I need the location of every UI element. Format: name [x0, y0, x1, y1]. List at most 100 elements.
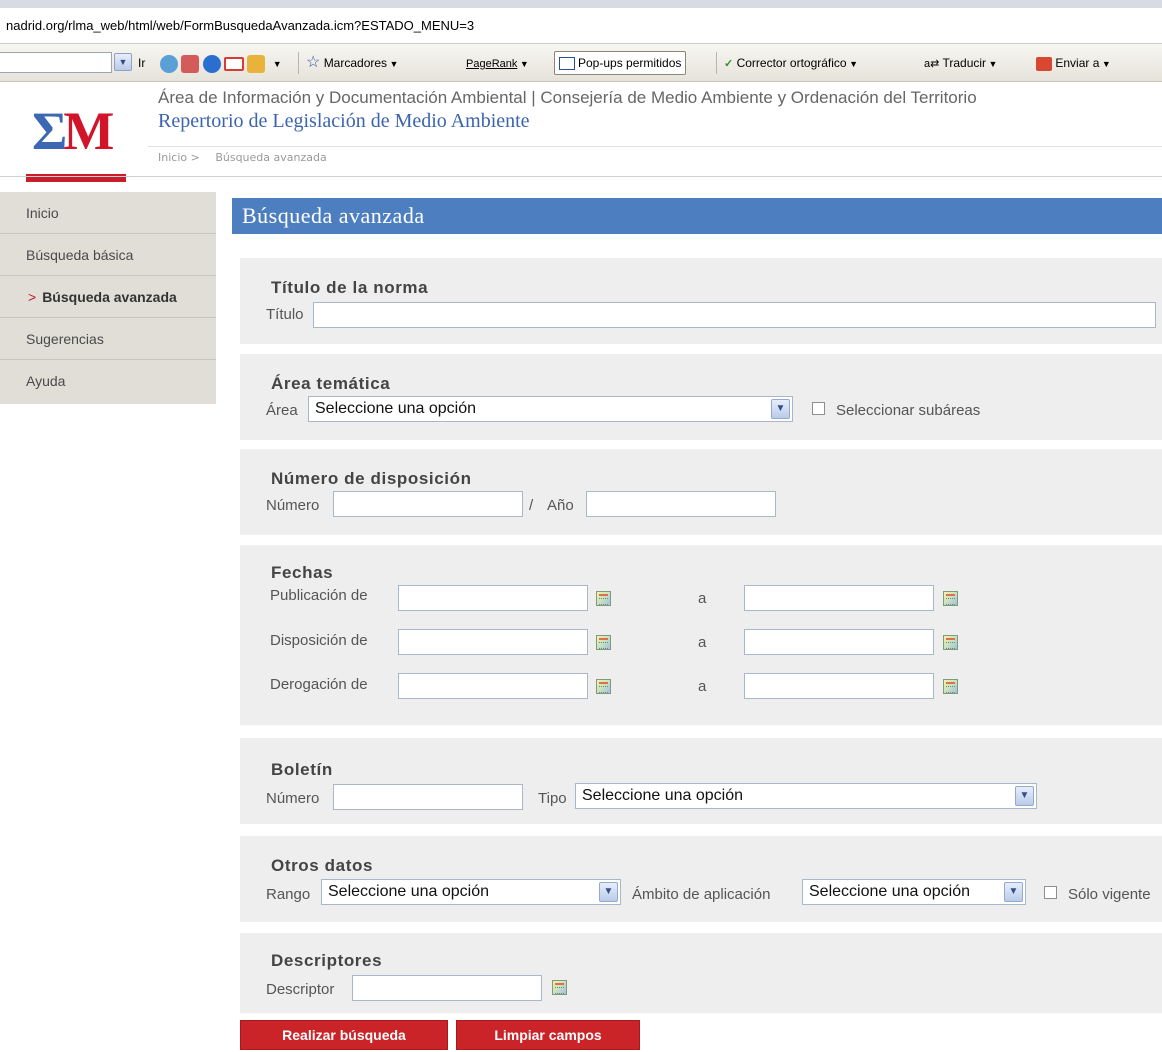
- chevron-down-icon[interactable]: ▼: [114, 53, 132, 71]
- calendar-icon[interactable]: [596, 591, 611, 606]
- bookmarks-label: Marcadores: [323, 56, 388, 70]
- chevron-down-icon[interactable]: ▼: [1004, 882, 1023, 902]
- tipo-select-value: Seleccione una opción: [582, 787, 744, 804]
- clear-button[interactable]: Limpiar campos: [456, 1020, 640, 1050]
- derogacion-hasta-input[interactable]: [744, 673, 934, 699]
- section-numero: Número de disposición Número / Año: [240, 449, 1162, 535]
- comunidad-madrid-logo[interactable]: ΣM: [26, 100, 126, 182]
- section-descriptores: Descriptores Descriptor: [240, 933, 1162, 1013]
- popups-button[interactable]: Pop-ups permitidos: [554, 51, 687, 75]
- publicacion-hasta-input[interactable]: [744, 585, 934, 611]
- translate-menu[interactable]: a⇄ Traducir ▼: [924, 53, 997, 73]
- section-fechas: Fechas Publicación de a Disposición de a…: [240, 545, 1162, 725]
- publicacion-desde-input[interactable]: [398, 585, 588, 611]
- calendar-icon[interactable]: [943, 635, 958, 650]
- send-label: Enviar a: [1055, 56, 1100, 70]
- anio-input[interactable]: [586, 491, 776, 517]
- calendar-icon[interactable]: [552, 980, 567, 995]
- rango-select[interactable]: Seleccione una opción ▼: [321, 879, 621, 905]
- anio-label: Año: [547, 497, 574, 514]
- calendar-icon[interactable]: [943, 679, 958, 694]
- translate-icon: a⇄: [924, 58, 940, 70]
- sidebar-item-label: Búsqueda básica: [26, 247, 134, 263]
- bookmarks-menu[interactable]: ☆ Marcadores ▼: [306, 53, 398, 73]
- calendar-icon[interactable]: [596, 635, 611, 650]
- section-heading: Título de la norma: [271, 278, 429, 297]
- url-text[interactable]: nadrid.org/rlma_web/html/web/FormBusqued…: [6, 18, 474, 33]
- rango-select-value: Seleccione una opción: [328, 883, 490, 900]
- ambito-label: Ámbito de aplicación: [632, 886, 771, 903]
- section-boletin: Boletín Número Tipo Seleccione una opció…: [240, 738, 1162, 824]
- translate-label: Traducir: [942, 56, 987, 70]
- boletin-numero-label: Número: [266, 790, 320, 807]
- search-button[interactable]: Realizar búsqueda: [240, 1020, 448, 1050]
- toolbar-search-input[interactable]: [0, 52, 112, 73]
- ambito-select-value: Seleccione una opción: [809, 883, 971, 900]
- chevron-down-icon[interactable]: ▼: [273, 59, 282, 69]
- descriptor-input[interactable]: [352, 975, 542, 1001]
- publicacion-a-label: a: [698, 590, 707, 607]
- section-heading: Fechas: [271, 563, 334, 582]
- go-button[interactable]: Ir: [138, 53, 145, 73]
- numero-slash: /: [529, 497, 534, 514]
- titulo-input[interactable]: [313, 302, 1156, 328]
- rango-label: Rango: [266, 886, 311, 903]
- pagerank-label: PageRank: [466, 58, 518, 70]
- section-otros: Otros datos Rango Seleccione una opción …: [240, 836, 1162, 922]
- disposicion-hasta-input[interactable]: [744, 629, 934, 655]
- subareas-checkbox[interactable]: [812, 402, 825, 415]
- toolbar-icons: ▼: [160, 53, 282, 73]
- numero-label: Número: [266, 497, 320, 514]
- section-area: Área temática Área Seleccione una opción…: [240, 354, 1162, 440]
- share-icon[interactable]: [160, 54, 178, 73]
- solo-vigente-checkbox[interactable]: [1044, 886, 1057, 899]
- sidebar-item-busqueda-basica[interactable]: Búsqueda básica: [0, 234, 216, 276]
- header-bottom-rule: [0, 176, 1162, 177]
- boletin-numero-input[interactable]: [333, 784, 523, 810]
- breadcrumb-current: Búsqueda avanzada: [215, 151, 327, 164]
- section-heading: Área temática: [271, 374, 391, 393]
- chevron-down-icon[interactable]: ▼: [1015, 786, 1034, 806]
- chevron-down-icon[interactable]: ▼: [771, 399, 790, 419]
- subareas-label: Seleccionar subáreas: [836, 402, 981, 419]
- site-title[interactable]: Repertorio de Legislación de Medio Ambie…: [158, 110, 530, 133]
- spellcheck-icon: ✓: [724, 58, 734, 70]
- disposicion-desde-input[interactable]: [398, 629, 588, 655]
- pagerank-menu[interactable]: PageRank ▼: [466, 53, 529, 73]
- calendar-icon[interactable]: [596, 679, 611, 694]
- sidebar-item-sugerencias[interactable]: Sugerencias: [0, 318, 216, 360]
- send-menu[interactable]: Enviar a ▼: [1036, 53, 1111, 73]
- area-select[interactable]: Seleccione una opción ▼: [308, 396, 793, 422]
- derogacion-label: Derogación de: [270, 676, 368, 693]
- mail-icon[interactable]: [224, 56, 245, 71]
- globe-icon[interactable]: [202, 54, 221, 73]
- tipo-label: Tipo: [538, 790, 567, 807]
- address-bar[interactable]: nadrid.org/rlma_web/html/web/FormBusqued…: [0, 0, 1162, 44]
- breadcrumb-home[interactable]: Inicio >: [158, 151, 200, 164]
- area-select-value: Seleccione una opción: [315, 400, 477, 417]
- spellcheck-menu[interactable]: ✓ Corrector ortográfico ▼: [724, 53, 858, 73]
- titulo-label: Título: [266, 306, 304, 323]
- disposicion-a-label: a: [698, 634, 707, 651]
- sidebar: Inicio Búsqueda básica > Búsqueda avanzad…: [0, 192, 216, 404]
- bookmark-icon[interactable]: [181, 54, 200, 73]
- browser-toolbar: ▼ Ir ▼ ☆ Marcadores ▼ PageRank ▼ Pop-ups…: [0, 44, 1162, 82]
- ambito-select[interactable]: Seleccione una opción ▼: [802, 879, 1026, 905]
- sidebar-item-label: Sugerencias: [26, 331, 104, 347]
- sidebar-item-busqueda-avanzada[interactable]: > Búsqueda avanzada: [0, 276, 216, 318]
- breadcrumb: Inicio > Búsqueda avanzada: [158, 151, 339, 164]
- tipo-select[interactable]: Seleccione una opción ▼: [575, 783, 1037, 809]
- section-heading: Boletín: [271, 760, 333, 779]
- calendar-icon[interactable]: [247, 54, 266, 73]
- numero-input[interactable]: [333, 491, 523, 517]
- chevron-down-icon[interactable]: ▼: [599, 882, 618, 902]
- disposicion-label: Disposición de: [270, 632, 368, 649]
- calendar-icon[interactable]: [943, 591, 958, 606]
- page-title: Búsqueda avanzada: [232, 198, 1162, 234]
- logo-mark: ΣM: [32, 101, 114, 161]
- sidebar-item-ayuda[interactable]: Ayuda: [0, 360, 216, 402]
- star-icon: ☆: [306, 54, 321, 71]
- go-label: Ir: [138, 56, 146, 70]
- derogacion-desde-input[interactable]: [398, 673, 588, 699]
- sidebar-item-inicio[interactable]: Inicio: [0, 192, 216, 234]
